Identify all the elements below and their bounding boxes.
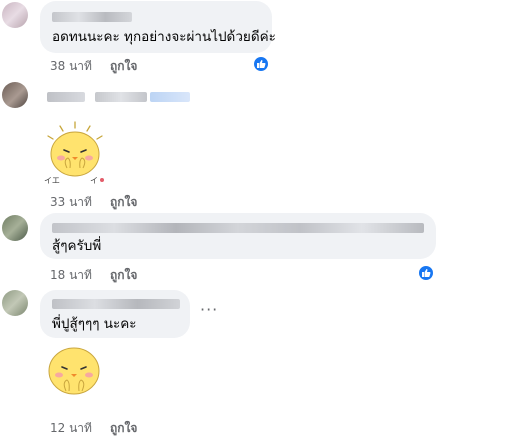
timestamp[interactable]: 18 นาที bbox=[50, 268, 92, 282]
like-button[interactable]: ถูกใจ bbox=[110, 268, 137, 282]
avatar[interactable] bbox=[2, 290, 28, 316]
comment-text-blurred bbox=[95, 92, 147, 102]
author-name-blurred[interactable] bbox=[52, 223, 424, 233]
comment-text: สู้ๆครับพี่ bbox=[52, 238, 102, 254]
comment-meta: 38 นาที ถูกใจ bbox=[50, 57, 137, 76]
comment-meta: 18 นาที ถูกใจ bbox=[50, 266, 137, 285]
like-thumb-icon bbox=[257, 60, 266, 68]
reaction-badge[interactable] bbox=[252, 55, 270, 73]
chick-sticker-icon: イエ イ bbox=[44, 121, 104, 185]
like-button[interactable]: ถูกใจ bbox=[110, 421, 137, 435]
reaction-badge[interactable] bbox=[417, 264, 435, 282]
comment-bubble: สู้ๆครับพี่ bbox=[40, 213, 436, 259]
comment-text: อดทนนะคะ ทุกอย่างจะผ่านไปด้วยดีค่ะ bbox=[52, 29, 276, 45]
avatar[interactable] bbox=[2, 2, 28, 28]
timestamp[interactable]: 38 นาที bbox=[50, 59, 92, 73]
comment-bubble: อดทนนะคะ ทุกอย่างจะผ่านไปด้วยดีค่ะ bbox=[40, 1, 276, 53]
avatar[interactable] bbox=[2, 215, 28, 241]
comment-meta: 33 นาที ถูกใจ bbox=[50, 193, 137, 212]
svg-text:イエ: イエ bbox=[44, 176, 60, 185]
comment-bubble: พี่ปูสู้ๆๆๆ นะคะ bbox=[40, 290, 190, 338]
like-thumb-icon bbox=[422, 269, 431, 277]
like-button[interactable]: ถูกใจ bbox=[110, 59, 137, 73]
chick-sticker-icon bbox=[48, 347, 100, 395]
author-name-blurred[interactable] bbox=[47, 92, 85, 102]
timestamp[interactable]: 33 นาที bbox=[50, 195, 92, 209]
more-options-icon[interactable]: ··· bbox=[200, 300, 218, 319]
like-button[interactable]: ถูกใจ bbox=[110, 195, 137, 209]
comment-text: พี่ปูสู้ๆๆๆ นะคะ bbox=[52, 316, 137, 332]
author-name-blurred[interactable] bbox=[52, 299, 180, 309]
author-name-blurred[interactable] bbox=[52, 12, 132, 22]
avatar[interactable] bbox=[2, 82, 28, 108]
timestamp[interactable]: 12 นาที bbox=[50, 421, 92, 435]
tag-blurred[interactable] bbox=[150, 92, 190, 102]
comment-meta: 12 นาที ถูกใจ bbox=[50, 419, 137, 438]
svg-text:イ: イ bbox=[90, 176, 98, 185]
